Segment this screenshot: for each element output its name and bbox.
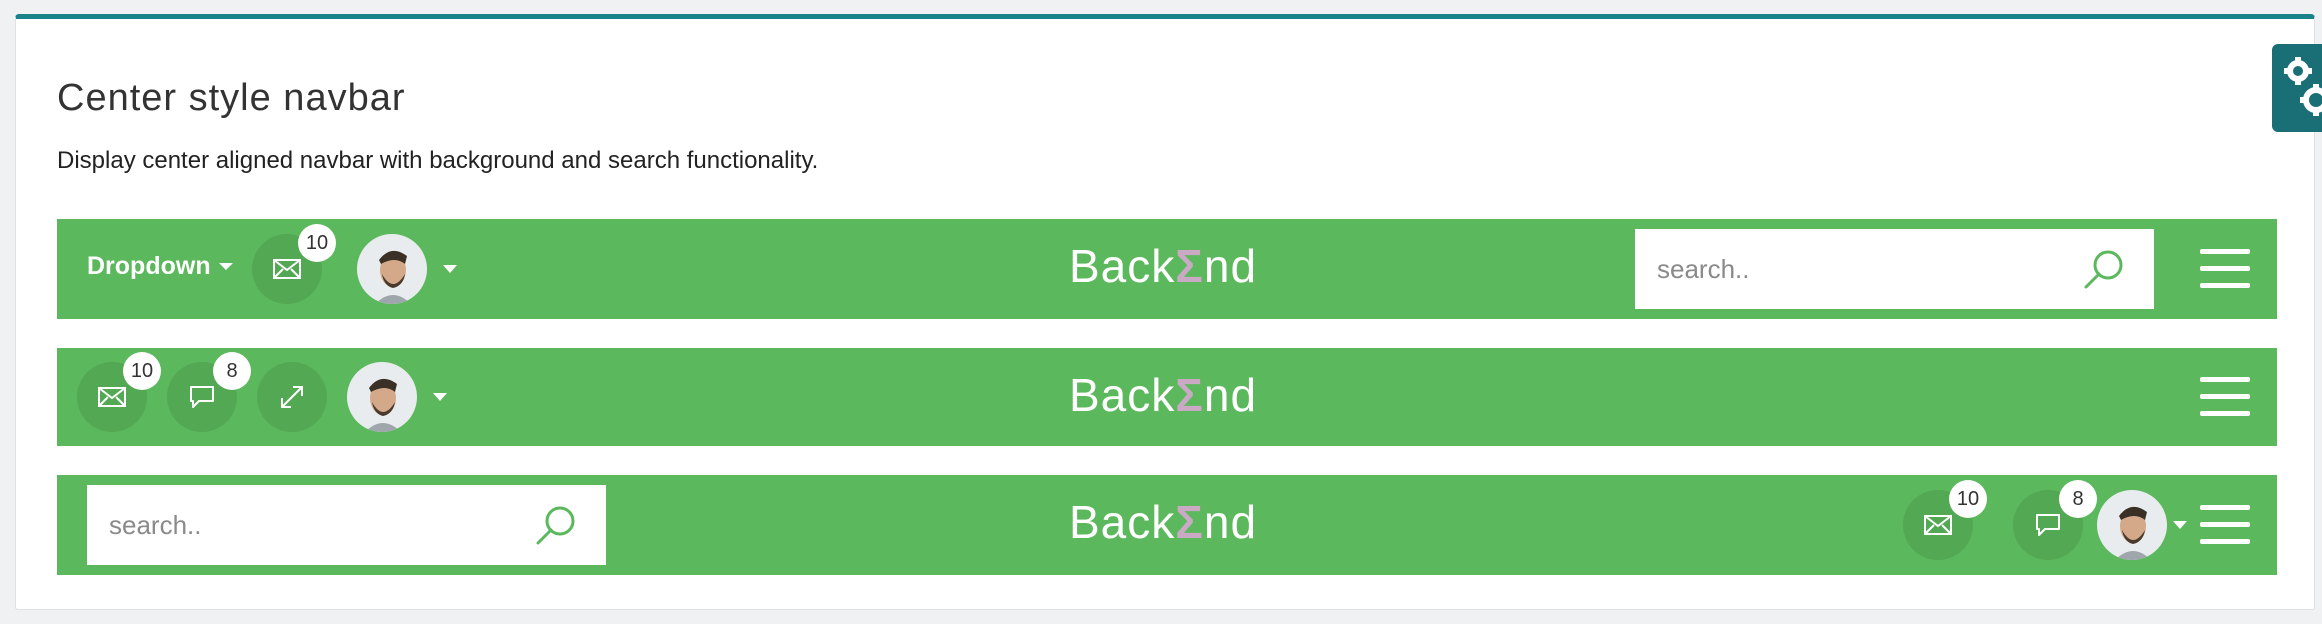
mail-button[interactable]: 10	[1903, 480, 1987, 560]
caret-down-icon[interactable]	[443, 265, 457, 273]
settings-panel-toggle[interactable]	[2272, 44, 2322, 132]
expand-icon	[281, 386, 303, 408]
mail-badge: 10	[1949, 480, 1987, 518]
avatar-image	[375, 250, 411, 304]
hamburger-menu-button[interactable]	[2200, 377, 2250, 417]
brand-logo[interactable]: Back Σnd	[1069, 495, 1257, 549]
card-title: Center style navbar	[57, 77, 406, 119]
navbar-with-left-search: BackΣnd 10 8	[57, 475, 2277, 575]
dropdown-menu-toggle[interactable]: Dropdown	[87, 252, 233, 281]
brand-text-left: Back	[1069, 369, 1176, 421]
brand-text-left: Back	[1069, 240, 1176, 292]
chat-button[interactable]: 8	[167, 352, 251, 432]
brand-text-right: nd	[1203, 240, 1258, 292]
search-input[interactable]	[87, 484, 527, 566]
search-box	[87, 484, 606, 566]
caret-down-icon	[218, 263, 233, 270]
avatar[interactable]	[357, 234, 427, 304]
mail-badge: 10	[298, 224, 336, 262]
hamburger-icon-bar	[2200, 411, 2250, 416]
chat-icon	[190, 386, 214, 408]
mail-button[interactable]: 10	[77, 352, 161, 432]
gear-icon	[2284, 57, 2322, 116]
brand-text-left: Back	[1069, 496, 1176, 548]
chat-badge: 8	[213, 352, 251, 390]
avatar-image	[2115, 506, 2151, 560]
navbar-with-right-search: Dropdown 10 Back Σnd	[57, 219, 2277, 319]
hamburger-icon	[2200, 249, 2250, 254]
chat-button[interactable]: 8	[2013, 480, 2097, 560]
hamburger-icon	[2200, 377, 2250, 382]
card-description: Display center aligned navbar with backg…	[57, 147, 819, 174]
caret-down-icon[interactable]	[2173, 521, 2187, 529]
search-icon[interactable]	[534, 503, 578, 547]
avatar-image	[365, 378, 401, 432]
chat-icon	[2036, 514, 2060, 536]
chat-badge: 8	[2059, 480, 2097, 518]
hamburger-icon-bar	[2200, 539, 2250, 544]
fullscreen-button[interactable]	[257, 362, 327, 432]
hamburger-icon-bar	[2200, 522, 2250, 527]
brand-logo[interactable]: Back Σnd	[1069, 368, 1257, 422]
brand-sigma: Σ	[1175, 496, 1204, 548]
avatar[interactable]	[347, 362, 417, 432]
search-input[interactable]	[1635, 228, 2075, 310]
search-box	[1635, 228, 2154, 310]
brand-sigma: Σ	[1175, 240, 1204, 292]
hamburger-menu-button[interactable]	[2200, 505, 2250, 545]
hamburger-icon	[2200, 505, 2250, 510]
hamburger-icon-bar	[2200, 394, 2250, 399]
navbar-with-icons: 10 8 Back Σnd	[57, 348, 2277, 446]
brand-logo[interactable]: Back Σnd	[1069, 239, 1257, 293]
hamburger-icon-bar	[2200, 283, 2250, 288]
dropdown-label: Dropdown	[87, 252, 211, 280]
avatar[interactable]	[2097, 490, 2167, 560]
hamburger-icon-bar	[2200, 266, 2250, 271]
navbar-demo-card: Center style navbar Display center align…	[15, 14, 2315, 610]
mail-icon	[1924, 515, 1952, 535]
search-icon[interactable]	[2082, 247, 2126, 291]
mail-badge: 10	[123, 352, 161, 390]
brand-sigma: Σ	[1175, 369, 1204, 421]
brand-text-right: nd	[1203, 369, 1258, 421]
brand-text-right: nd	[1203, 496, 1258, 548]
mail-icon	[273, 259, 301, 279]
mail-button[interactable]: 10	[252, 224, 336, 304]
mail-icon	[98, 387, 126, 407]
caret-down-icon[interactable]	[433, 393, 447, 401]
hamburger-menu-button[interactable]	[2200, 249, 2250, 289]
